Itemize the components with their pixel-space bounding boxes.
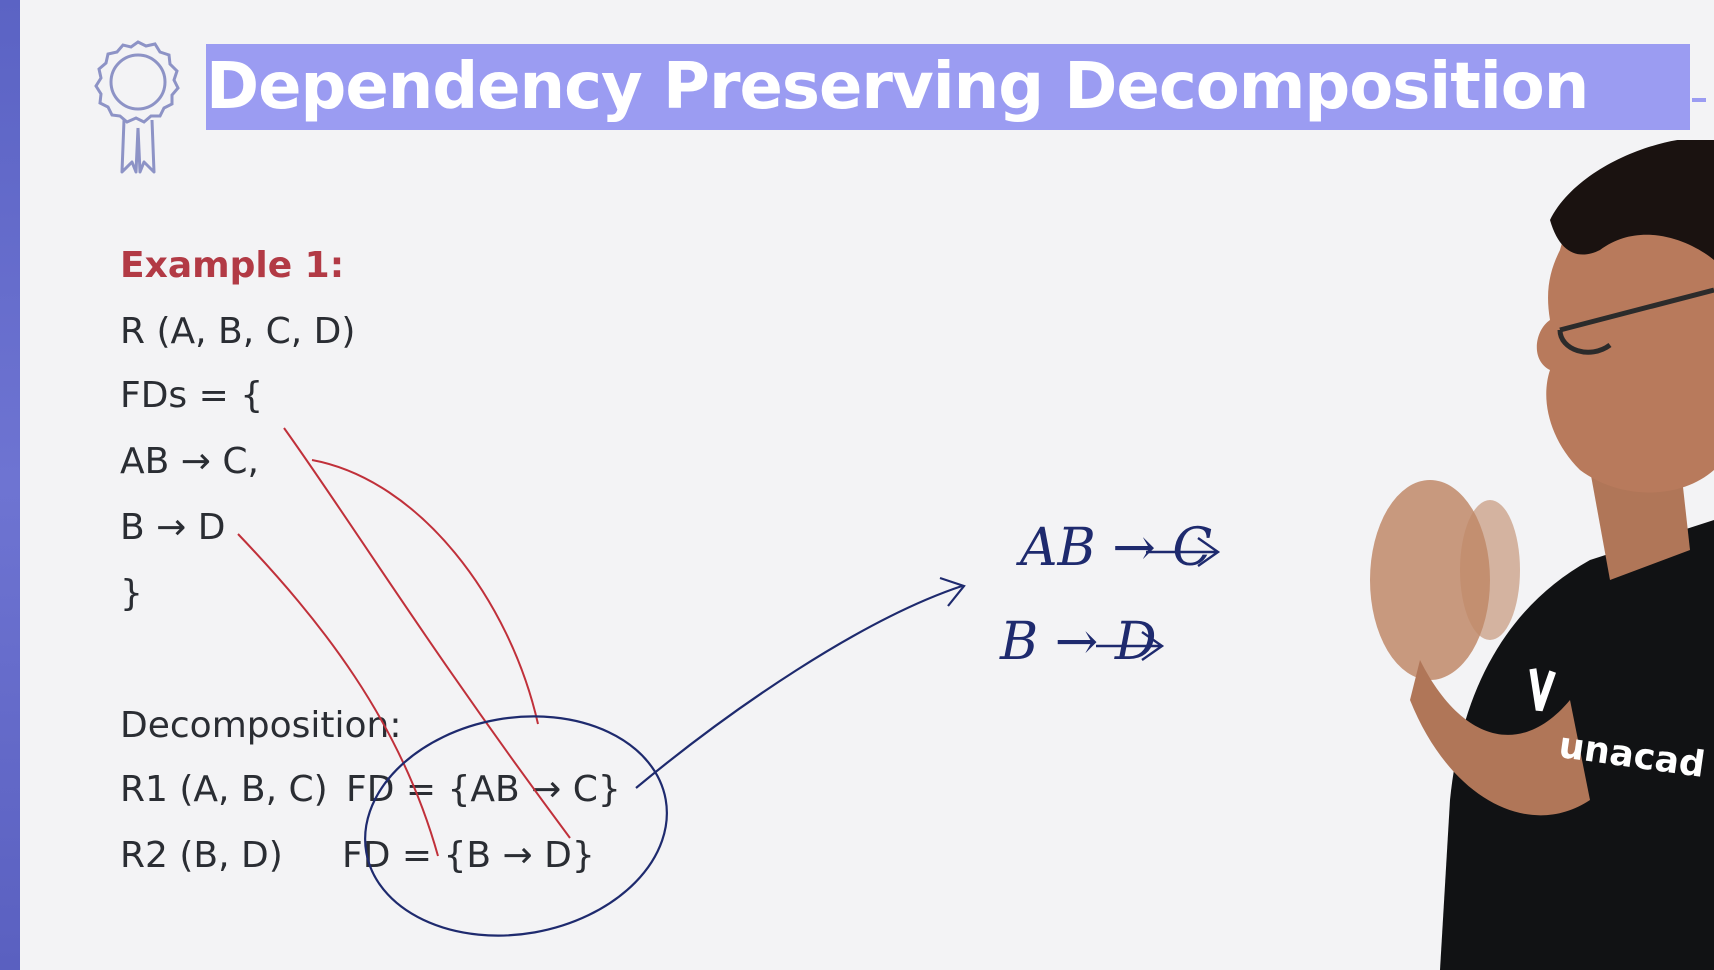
r1-relation: R1 (A, B, C) (120, 769, 328, 810)
example-heading: Example 1: (120, 245, 345, 286)
red-ink-line-2 (311, 459, 539, 725)
fds-open: FDs = { (120, 375, 264, 416)
video-frame: Dependency Preserving Decomposition Exam… (0, 0, 1714, 970)
r2-fd: FD = {B → D} (342, 835, 595, 876)
title-dash-decoration (1692, 98, 1706, 102)
handwritten-fd-2-text: B → D (1000, 612, 1157, 672)
fd-item-1: AB → C, (120, 441, 259, 482)
fds-close: } (120, 573, 143, 614)
decomposition-heading: Decomposition: (120, 705, 402, 746)
award-ribbon-icon (94, 40, 180, 174)
relation-schema: R (A, B, C, D) (120, 311, 356, 352)
handwritten-fd-1-text: AB → C (1020, 518, 1213, 578)
slide-title: Dependency Preserving Decomposition (206, 50, 1589, 124)
r1-fd: FD = {AB → C} (346, 769, 621, 810)
handwritten-fd-1: AB → C (1020, 518, 1212, 578)
blue-ink-arrow (635, 584, 963, 789)
fd-item-2: B → D (120, 507, 226, 548)
handwritten-fd-2: B → D (1000, 612, 1157, 672)
slide-left-accent-bar (0, 0, 20, 970)
r2-relation: R2 (B, D) (120, 835, 283, 876)
presenter (1370, 140, 1714, 970)
